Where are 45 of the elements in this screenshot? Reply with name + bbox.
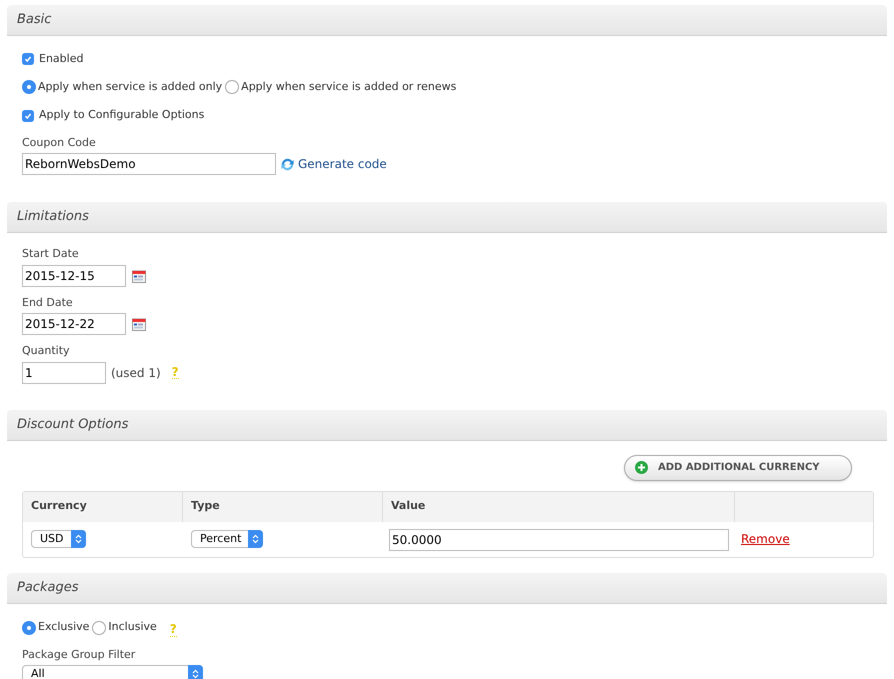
section-header: Packages	[7, 572, 887, 604]
section-header: Limitations	[7, 202, 887, 233]
radio-label: Inclusive	[108, 619, 157, 636]
radio-button[interactable]	[225, 80, 240, 94]
radio-button[interactable]	[22, 80, 36, 94]
check-icon	[24, 55, 32, 63]
check-icon	[24, 112, 32, 120]
dropdown[interactable]: Percent	[191, 530, 263, 548]
radio-label: Exclusive	[38, 619, 90, 636]
checkbox-label: Enabled	[39, 50, 84, 67]
refresh-icon	[280, 156, 295, 172]
remove-link[interactable]: Remove	[741, 530, 790, 548]
field-label: Coupon Code	[22, 134, 97, 150]
section-header: Discount Options	[7, 410, 887, 440]
text-field[interactable]: 1	[22, 362, 106, 384]
field-label: Quantity	[22, 343, 71, 359]
radio-button[interactable]	[22, 620, 36, 634]
checkbox-label: Apply to Configurable Options	[39, 107, 204, 124]
radio-label: Apply when service is added or renews	[241, 79, 456, 95]
chevron-icon	[75, 534, 82, 544]
text-field[interactable]: 50.0000	[389, 529, 729, 551]
usage-text: (used 1)	[111, 364, 161, 382]
radio-button[interactable]	[92, 620, 106, 634]
radio-label: Apply when service is added only	[38, 79, 222, 95]
dropdown[interactable]: All	[22, 665, 203, 679]
column-header: Type	[183, 492, 383, 522]
field-label: Package Group Filter	[22, 646, 136, 662]
column-header: Currency	[23, 492, 183, 522]
section-header: Basic	[7, 5, 887, 36]
checkbox[interactable]	[22, 53, 34, 65]
text-field[interactable]: 2015-12-15	[22, 264, 126, 286]
checkbox[interactable]	[22, 110, 34, 122]
chevron-icon	[192, 669, 199, 679]
text-field[interactable]: 2015-12-22	[22, 313, 126, 335]
calendar-icon[interactable]	[132, 268, 146, 282]
dropdown[interactable]: USD	[31, 530, 86, 548]
calendar-icon[interactable]	[132, 317, 146, 331]
column-header: Value	[383, 492, 735, 522]
text-field[interactable]: RebornWebsDemo	[22, 153, 276, 175]
add-currency-button[interactable]: ADD ADDITIONAL CURRENCY	[624, 454, 852, 480]
plus-icon	[635, 461, 648, 474]
chevron-icon	[252, 534, 259, 544]
field-label: Start Date	[22, 246, 80, 262]
generate-code-link[interactable]: Generate code	[280, 155, 387, 173]
field-label: End Date	[22, 294, 74, 310]
